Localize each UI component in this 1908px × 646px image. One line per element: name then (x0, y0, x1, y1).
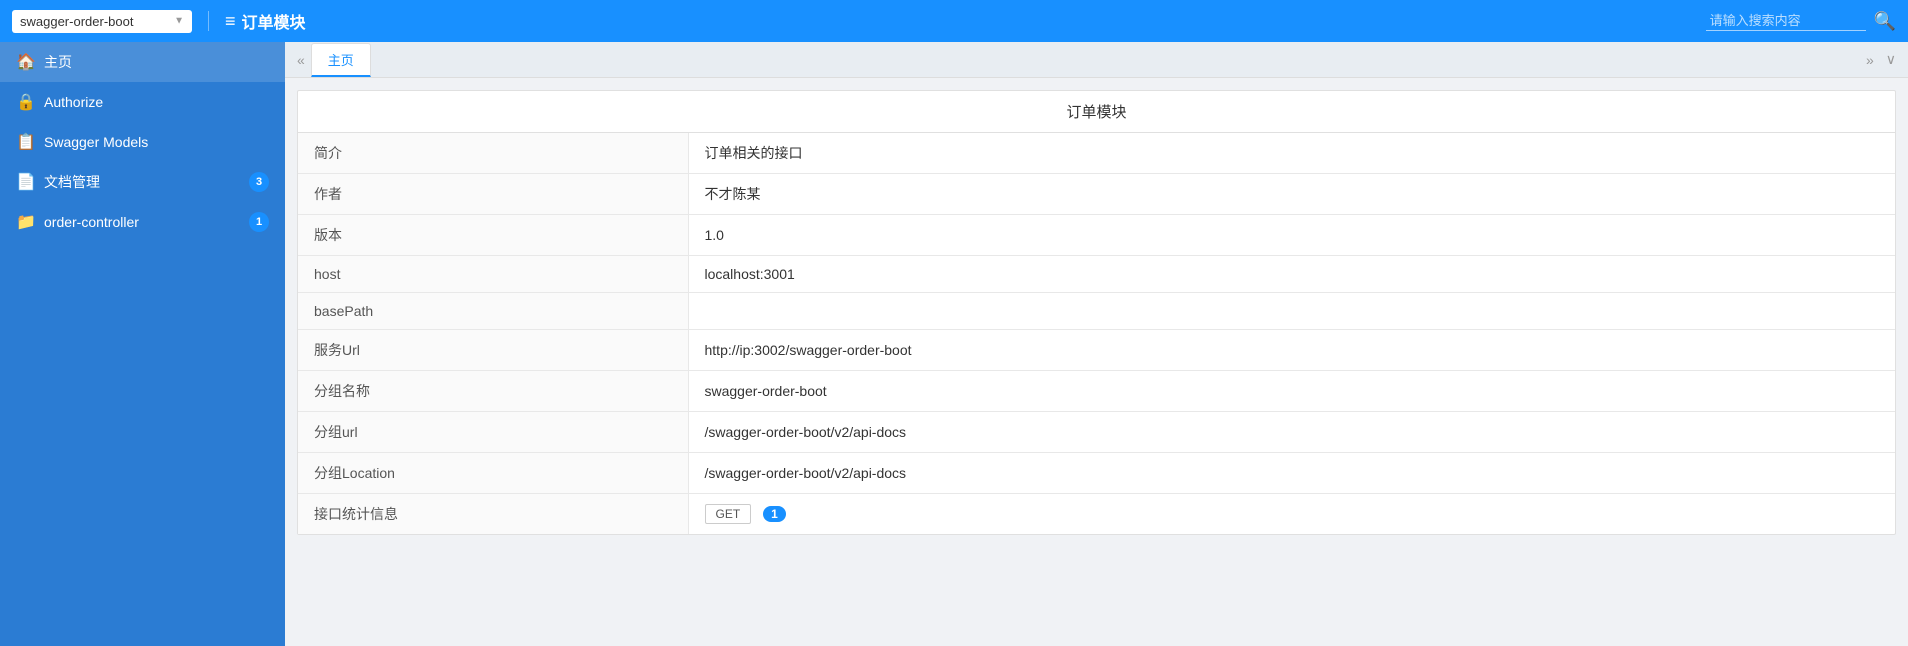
tab-next-button[interactable]: » (1862, 51, 1878, 68)
table-row: 简介 订单相关的接口 (298, 133, 1895, 174)
header-divider (208, 11, 209, 31)
value-group-location: /swagger-order-boot/v2/api-docs (688, 453, 1895, 494)
value-service-url: http://ip:3002/swagger-order-boot (688, 330, 1895, 371)
table-row: 分组名称 swagger-order-boot (298, 371, 1895, 412)
sidebar-item-home-label: 主页 (44, 52, 72, 72)
sidebar-item-swagger-models-label: Swagger Models (44, 134, 148, 150)
value-base-path (688, 293, 1895, 330)
value-intro: 订单相关的接口 (688, 133, 1895, 174)
sidebar-item-authorize[interactable]: 🔒 Authorize (0, 82, 285, 122)
value-host: localhost:3001 (688, 256, 1895, 293)
table-row: basePath (298, 293, 1895, 330)
label-group-url: 分组url (298, 412, 688, 453)
main-content: « 主页 » ∨ 订单模块 简介 订单相关的接口 作者 不才陈某 (285, 42, 1908, 646)
sidebar-item-order-controller[interactable]: 📁 order-controller 1 (0, 202, 285, 242)
folder-icon: 📁 (16, 212, 36, 232)
value-api-stats: GET 1 (688, 494, 1895, 535)
table-row: 作者 不才陈某 (298, 174, 1895, 215)
home-icon: 🏠 (16, 52, 36, 72)
info-panel-title: 订单模块 (298, 91, 1895, 133)
label-api-stats: 接口统计信息 (298, 494, 688, 535)
doc-icon: 📄 (16, 172, 36, 192)
sidebar: 🏠 主页 🔒 Authorize 📋 Swagger Models 📄 文档管理… (0, 42, 285, 646)
sidebar-item-doc-management[interactable]: 📄 文档管理 3 (0, 162, 285, 202)
layout: 🏠 主页 🔒 Authorize 📋 Swagger Models 📄 文档管理… (0, 42, 1908, 646)
table-row: 版本 1.0 (298, 215, 1895, 256)
doc-management-badge: 3 (249, 172, 269, 192)
label-group-location: 分组Location (298, 453, 688, 494)
tab-prev-button[interactable]: « (293, 52, 309, 68)
value-author: 不才陈某 (688, 174, 1895, 215)
sidebar-item-home[interactable]: 🏠 主页 (0, 42, 285, 82)
label-group-name: 分组名称 (298, 371, 688, 412)
header-search: 🔍 (1706, 11, 1896, 31)
lock-icon: 🔒 (16, 92, 36, 112)
search-button[interactable]: 🔍 (1874, 12, 1896, 30)
menu-icon: ≡ (225, 11, 236, 32)
module-select-wrap[interactable]: swagger-order-boot ▼ (12, 10, 192, 33)
sidebar-item-swagger-models[interactable]: 📋 Swagger Models (0, 122, 285, 162)
table-row: 分组url /swagger-order-boot/v2/api-docs (298, 412, 1895, 453)
value-group-name: swagger-order-boot (688, 371, 1895, 412)
value-group-url: /swagger-order-boot/v2/api-docs (688, 412, 1895, 453)
count-badge: 1 (763, 506, 786, 522)
header-title: ≡ 订单模块 (225, 9, 306, 33)
label-intro: 简介 (298, 133, 688, 174)
info-table: 简介 订单相关的接口 作者 不才陈某 版本 1.0 host localhost… (298, 133, 1895, 534)
sidebar-item-authorize-label: Authorize (44, 94, 103, 110)
models-icon: 📋 (16, 132, 36, 152)
label-base-path: basePath (298, 293, 688, 330)
label-host: host (298, 256, 688, 293)
tab-right-controls: » ∨ (1862, 51, 1900, 68)
search-input[interactable] (1706, 11, 1866, 31)
value-version: 1.0 (688, 215, 1895, 256)
table-row: 接口统计信息 GET 1 (298, 494, 1895, 535)
tab-expand-button[interactable]: ∨ (1882, 51, 1900, 68)
tab-home[interactable]: 主页 (311, 43, 371, 77)
header: swagger-order-boot ▼ ≡ 订单模块 🔍 (0, 0, 1908, 42)
table-row: 分组Location /swagger-order-boot/v2/api-do… (298, 453, 1895, 494)
label-author: 作者 (298, 174, 688, 215)
label-version: 版本 (298, 215, 688, 256)
module-select[interactable]: swagger-order-boot (12, 10, 192, 33)
label-service-url: 服务Url (298, 330, 688, 371)
header-title-text: 订单模块 (242, 9, 306, 33)
order-controller-badge: 1 (249, 212, 269, 232)
tab-bar: « 主页 » ∨ (285, 42, 1908, 78)
get-badge: GET (705, 504, 752, 524)
table-row: host localhost:3001 (298, 256, 1895, 293)
info-panel: 订单模块 简介 订单相关的接口 作者 不才陈某 版本 1.0 (297, 90, 1896, 535)
table-row: 服务Url http://ip:3002/swagger-order-boot (298, 330, 1895, 371)
sidebar-item-doc-management-label: 文档管理 (44, 172, 100, 192)
sidebar-item-order-controller-label: order-controller (44, 214, 139, 230)
